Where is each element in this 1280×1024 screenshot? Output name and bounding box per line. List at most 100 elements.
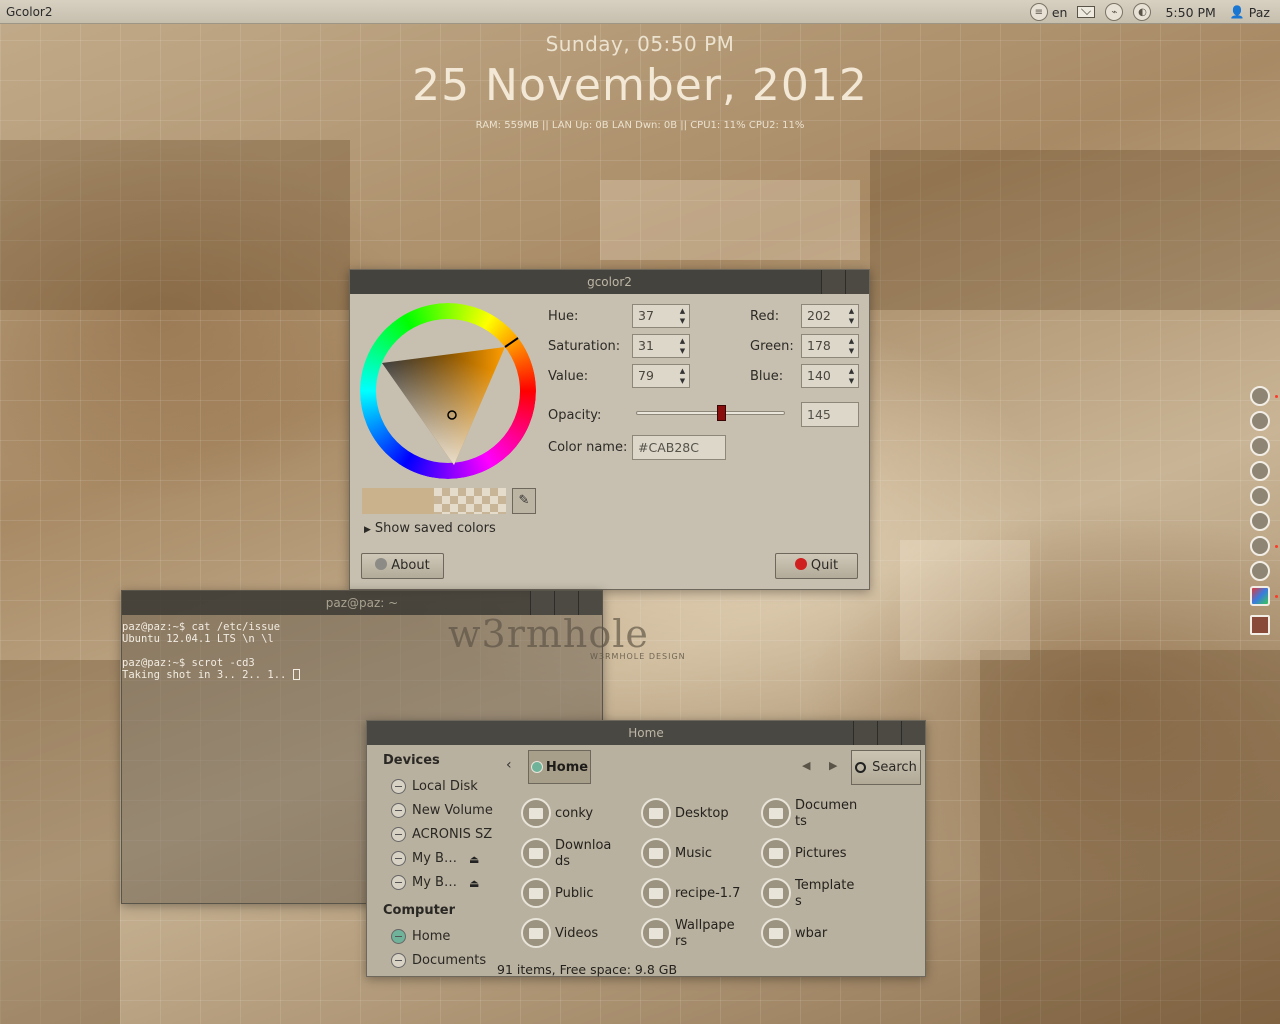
documents-folder-icon[interactable] bbox=[761, 798, 791, 828]
folder-icon[interactable] bbox=[761, 918, 791, 948]
sidebar-item-my-book-1[interactable]: My B… bbox=[391, 851, 457, 866]
opacity-slider-thumb[interactable] bbox=[716, 405, 726, 421]
file-item-label[interactable]: recipe-1.7 bbox=[675, 886, 740, 902]
eject-icon[interactable]: ⏏ bbox=[469, 853, 479, 866]
minimize-button[interactable] bbox=[853, 721, 877, 745]
gcolor2-titlebar[interactable]: gcolor2 bbox=[350, 270, 869, 294]
eject-icon[interactable]: ⏏ bbox=[469, 877, 479, 890]
file-manager-titlebar[interactable]: Home bbox=[367, 721, 925, 745]
saturation-spinbox[interactable]: 31 ▲ ▼ bbox=[632, 334, 690, 358]
anchor-app-icon[interactable] bbox=[1250, 386, 1270, 406]
firefox-icon[interactable] bbox=[1250, 411, 1270, 431]
terminal-titlebar[interactable]: paz@paz: ~ bbox=[122, 591, 602, 615]
sidebar-item-home[interactable]: Home bbox=[391, 929, 450, 944]
color-wheel[interactable] bbox=[360, 303, 536, 479]
file-item-label[interactable]: Public bbox=[555, 886, 593, 902]
file-manager-icon[interactable] bbox=[1250, 436, 1270, 456]
search-icon bbox=[855, 762, 867, 773]
quit-button[interactable]: Quit bbox=[775, 553, 858, 579]
minimize-button[interactable] bbox=[530, 591, 554, 615]
sidebar-item-documents[interactable]: Documents bbox=[391, 953, 486, 968]
sidebar-item-new-volume[interactable]: New Volume bbox=[391, 803, 493, 818]
file-item-label[interactable]: Template s bbox=[795, 878, 854, 910]
folder-icon[interactable] bbox=[641, 918, 671, 948]
show-saved-colors-expander[interactable]: ▶ Show saved colors bbox=[364, 521, 496, 536]
color-name-field[interactable]: #CAB28C bbox=[632, 435, 726, 460]
file-item-label[interactable]: Videos bbox=[555, 926, 598, 942]
close-button[interactable] bbox=[901, 721, 925, 745]
location-label: Home bbox=[545, 759, 589, 775]
network-indicator[interactable]: ⌁ bbox=[1105, 3, 1124, 21]
folder-icon[interactable] bbox=[641, 878, 671, 908]
hue-spinbox[interactable]: 37 ▲ ▼ bbox=[632, 304, 690, 328]
file-item-label[interactable]: Desktop bbox=[675, 806, 729, 822]
skype-icon[interactable] bbox=[1250, 561, 1270, 581]
spin-arrows-icon[interactable]: ▲ ▼ bbox=[847, 306, 856, 326]
file-item-label[interactable]: Wallpape rs bbox=[675, 918, 735, 950]
public-folder-icon[interactable] bbox=[521, 878, 551, 908]
file-item-label[interactable]: Pictures bbox=[795, 846, 846, 862]
green-spinbox[interactable]: 178 ▲ ▼ bbox=[801, 334, 859, 358]
pictures-folder-icon[interactable] bbox=[761, 838, 791, 868]
disc-icon[interactable] bbox=[1250, 461, 1270, 481]
sidebar-item-local-disk[interactable]: Local Disk bbox=[391, 779, 478, 794]
about-button[interactable]: About bbox=[361, 553, 444, 579]
maximize-button[interactable] bbox=[554, 591, 578, 615]
active-app-title: Gcolor2 bbox=[6, 5, 53, 19]
file-item-label[interactable]: wbar bbox=[795, 926, 827, 942]
terminal-line: paz@paz:~$ scrot -cd3 bbox=[122, 657, 255, 669]
blue-spinbox[interactable]: 140 ▲ ▼ bbox=[801, 364, 859, 388]
search-button[interactable]: Search bbox=[851, 750, 921, 785]
location-home-button[interactable]: Home bbox=[528, 750, 591, 784]
quit-icon bbox=[794, 558, 807, 570]
desktop-folder-icon[interactable] bbox=[641, 798, 671, 828]
close-button[interactable] bbox=[578, 591, 602, 615]
close-button[interactable] bbox=[845, 270, 869, 294]
red-value: 202 bbox=[807, 308, 831, 323]
user-indicator[interactable]: 👤 Paz bbox=[1230, 5, 1270, 20]
minimize-button[interactable] bbox=[821, 270, 845, 294]
clock-indicator[interactable]: 5:50 PM bbox=[1165, 5, 1215, 20]
path-back-arrow-icon[interactable]: ‹ bbox=[506, 757, 512, 773]
file-item-label[interactable]: Documen ts bbox=[795, 798, 857, 830]
opacity-label: Opacity: bbox=[548, 408, 602, 423]
back-arrow-icon[interactable]: ◀ bbox=[802, 759, 810, 772]
templates-folder-icon[interactable] bbox=[761, 878, 791, 908]
current-color-swatch bbox=[362, 488, 434, 514]
maximize-button[interactable] bbox=[877, 721, 901, 745]
cube-app-icon[interactable] bbox=[1250, 586, 1270, 606]
terminal-prompt-line: Taking shot in 3.. 2.. 1.. bbox=[122, 669, 300, 681]
terminal-app-icon[interactable] bbox=[1250, 536, 1270, 556]
sound-indicator[interactable]: ◐ bbox=[1133, 3, 1152, 21]
media-player-icon[interactable] bbox=[1250, 511, 1270, 531]
downloads-folder-icon[interactable] bbox=[521, 838, 551, 868]
wallpaper-shape bbox=[900, 540, 1030, 660]
sidebar-item-label: Home bbox=[412, 929, 451, 944]
file-item-label[interactable]: Music bbox=[675, 846, 712, 862]
file-item-label[interactable]: Downloa ds bbox=[555, 838, 611, 870]
sidebar-item-my-book-2[interactable]: My B… bbox=[391, 875, 457, 890]
conky-date: 25 November, 2012 bbox=[412, 60, 868, 111]
file-item-label[interactable]: conky bbox=[555, 806, 593, 822]
opacity-slider[interactable] bbox=[636, 411, 785, 415]
spin-arrows-icon[interactable]: ▲ ▼ bbox=[678, 336, 687, 356]
spin-arrows-icon[interactable]: ▲ ▼ bbox=[847, 336, 856, 356]
spin-arrows-icon[interactable]: ▲ ▼ bbox=[678, 306, 687, 326]
running-indicator bbox=[1275, 545, 1278, 548]
forward-arrow-icon[interactable]: ▶ bbox=[829, 759, 837, 772]
mail-indicator[interactable] bbox=[1077, 5, 1096, 18]
wrench-icon[interactable] bbox=[1250, 486, 1270, 506]
opacity-field[interactable]: 145 bbox=[801, 402, 859, 427]
videos-folder-icon[interactable] bbox=[521, 918, 551, 948]
spin-arrows-icon[interactable]: ▲ ▼ bbox=[847, 366, 856, 386]
sidebar-item-acronis[interactable]: ACRONIS SZ bbox=[391, 827, 492, 842]
keyboard-indicator[interactable]: ≡ en bbox=[1029, 3, 1067, 21]
spin-arrows-icon[interactable]: ▲ ▼ bbox=[678, 366, 687, 386]
value-spinbox[interactable]: 79 ▲ ▼ bbox=[632, 364, 690, 388]
red-spinbox[interactable]: 202 ▲ ▼ bbox=[801, 304, 859, 328]
workspace-switcher-icon[interactable] bbox=[1250, 615, 1270, 635]
eyedropper-button[interactable]: ✎ bbox=[512, 488, 536, 514]
music-folder-icon[interactable] bbox=[641, 838, 671, 868]
hue-value: 37 bbox=[638, 308, 654, 323]
folder-icon[interactable] bbox=[521, 798, 551, 828]
